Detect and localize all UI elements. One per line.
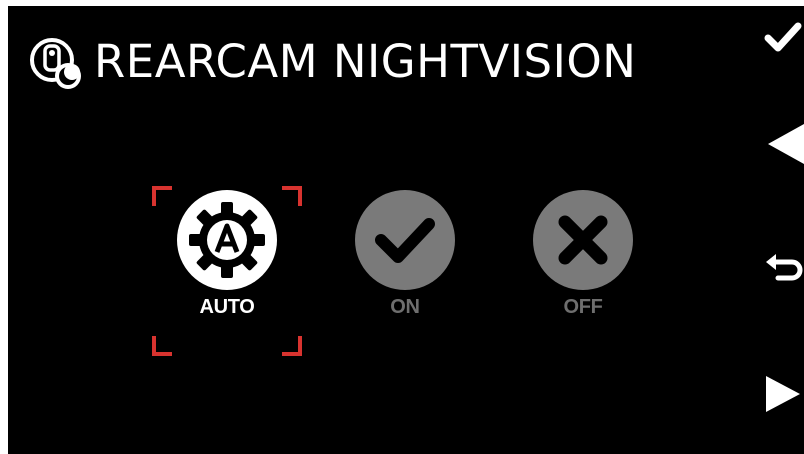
close-icon <box>533 190 633 290</box>
option-off[interactable]: OFF <box>508 186 658 356</box>
next-button[interactable] <box>760 372 804 416</box>
previous-button[interactable] <box>760 122 804 166</box>
selection-bracket-bottom-left <box>152 336 172 356</box>
page-title: REARCAM NIGHTVISION <box>94 35 637 88</box>
triangle-right-icon <box>766 376 800 412</box>
rear-camera-night-icon <box>28 36 84 92</box>
option-auto[interactable]: AUTO <box>152 186 302 356</box>
option-on[interactable]: ON <box>330 186 480 356</box>
confirm-button[interactable] <box>760 16 804 60</box>
option-on-label: ON <box>390 296 420 318</box>
check-icon <box>355 190 455 290</box>
option-auto-label: AUTO <box>199 296 255 318</box>
gear-auto-icon <box>177 190 277 290</box>
back-button[interactable] <box>760 248 804 292</box>
triangle-left-icon <box>768 124 804 164</box>
settings-screen: REARCAM NIGHTVISION AUTO ON OFF <box>8 6 804 454</box>
selection-bracket-top-left <box>152 186 172 206</box>
selection-bracket-bottom-right <box>282 336 302 356</box>
back-arrow-icon <box>766 254 803 281</box>
check-icon <box>764 22 802 52</box>
selection-bracket-top-right <box>282 186 302 206</box>
option-off-label: OFF <box>563 296 603 318</box>
